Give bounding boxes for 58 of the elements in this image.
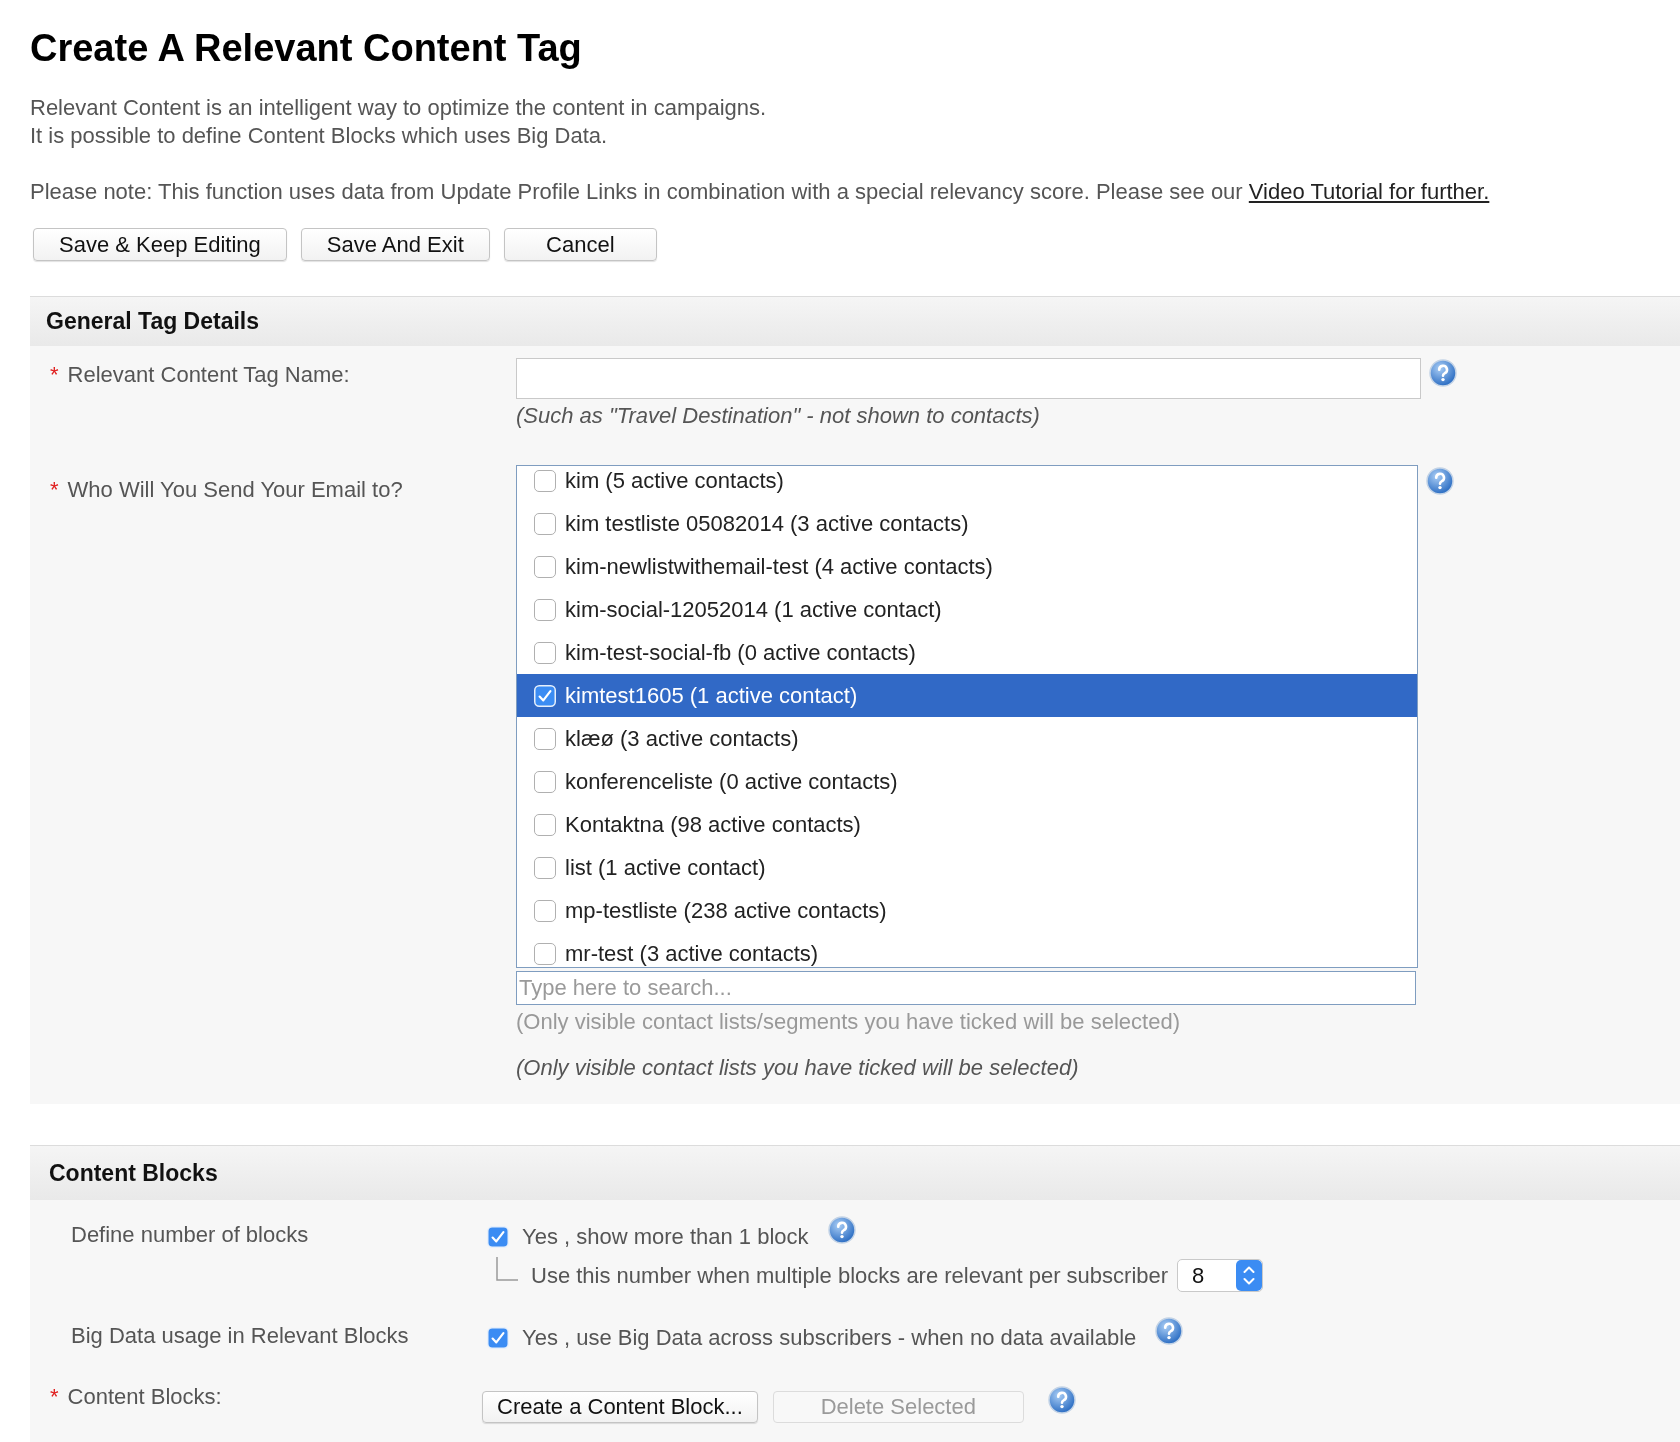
field-label: Relevant Content Tag Name: — [67, 362, 350, 387]
limit-label: Use this number when multiple blocks are relevant per subscriber — [531, 1261, 1169, 1290]
action-button[interactable]: Cancel — [503, 228, 657, 261]
stepper-icon — [1236, 1260, 1263, 1291]
content-block-button[interactable]: Create a Content Block... — [482, 1391, 758, 1423]
checkbox[interactable] — [534, 598, 556, 621]
hint-text: (Such as "Travel Destination" - not shown to contacts) — [516, 402, 1041, 430]
help-icon[interactable] — [1155, 1317, 1184, 1345]
section-header: Content Blocks — [30, 1145, 1680, 1200]
field-label: Define number of blocks — [71, 1222, 309, 1247]
help-icon[interactable] — [1047, 1386, 1076, 1414]
checkbox-label: Yes , use Big Data across subscribers - when no data available — [522, 1325, 1137, 1351]
checkbox[interactable] — [534, 856, 556, 879]
note-text: Please note: This function uses data from Update Profile Links in combination with a special relevancy score. Please see our Video Tutorial for further. — [30, 178, 1491, 206]
intro-text: It is possible to define Content Blocks which uses Big Data. — [30, 122, 609, 150]
action-button[interactable]: Save & Keep Editing — [33, 228, 287, 261]
checkbox[interactable] — [534, 942, 556, 965]
field-label: Content Blocks: — [67, 1384, 222, 1409]
action-button[interactable]: Save And Exit — [300, 228, 490, 261]
checkbox[interactable] — [534, 555, 556, 578]
intro-text: Relevant Content is an intelligent way to optimize the content in campaigns. — [30, 94, 768, 122]
list-item[interactable]: klæø (3 active contacts) — [517, 717, 1417, 760]
field-label: Who Will You Send Your Email to? — [67, 477, 403, 502]
required-marker: * — [50, 1384, 59, 1409]
input-field[interactable] — [516, 358, 1421, 399]
page-title: Create A Relevant Content Tag — [30, 26, 583, 70]
tutorial-link[interactable]: Video Tutorial for further. — [1248, 179, 1490, 204]
number-select[interactable]: 8 — [1177, 1259, 1264, 1292]
list-item[interactable]: kim (5 active contacts) — [517, 466, 1417, 502]
list-item[interactable]: kim-test-social-fb (0 active contacts) — [517, 631, 1417, 674]
list-item[interactable]: mr-test (3 active contacts) — [517, 932, 1417, 967]
section-header: General Tag Details — [30, 296, 1680, 346]
checkbox[interactable] — [534, 512, 556, 535]
checkbox[interactable] — [534, 727, 556, 750]
list-item[interactable]: list (1 active contact) — [517, 846, 1417, 889]
search-field[interactable]: Type here to search... — [516, 971, 1416, 1005]
list-item[interactable]: mp-testliste (238 active contacts) — [517, 889, 1417, 932]
help-icon[interactable] — [1426, 467, 1454, 495]
list-item[interactable]: kimtest1605 (1 active contact) — [517, 674, 1417, 717]
required-marker: * — [50, 477, 59, 502]
checkbox[interactable] — [534, 641, 556, 664]
checkbox[interactable] — [534, 770, 556, 793]
field-label: Big Data usage in Relevant Blocks — [71, 1323, 409, 1348]
list-item[interactable]: Kontaktna (98 active contacts) — [517, 803, 1417, 846]
help-icon[interactable] — [827, 1216, 856, 1244]
checkbox[interactable] — [534, 469, 556, 492]
list-item[interactable]: kim testliste 05082014 (3 active contacts) — [517, 502, 1417, 545]
hint-text: (Only visible contact lists you have ticked will be selected) — [516, 1054, 1080, 1082]
checkbox[interactable] — [534, 813, 556, 836]
checkbox[interactable] — [534, 899, 556, 922]
checkbox-label: Yes , show more than 1 block — [522, 1224, 809, 1250]
help-icon[interactable] — [1429, 359, 1457, 387]
search-note: (Only visible contact lists/segments you have ticked will be selected) — [516, 1008, 1181, 1036]
connector-icon — [496, 1256, 518, 1281]
list-item[interactable]: kim-newlistwithemail-test (4 active contacts) — [517, 545, 1417, 588]
list-item[interactable]: kim-social-12052014 (1 active contact) — [517, 588, 1417, 631]
required-marker: * — [50, 362, 59, 387]
list-item[interactable]: konferenceliste (0 active contacts) — [517, 760, 1417, 803]
